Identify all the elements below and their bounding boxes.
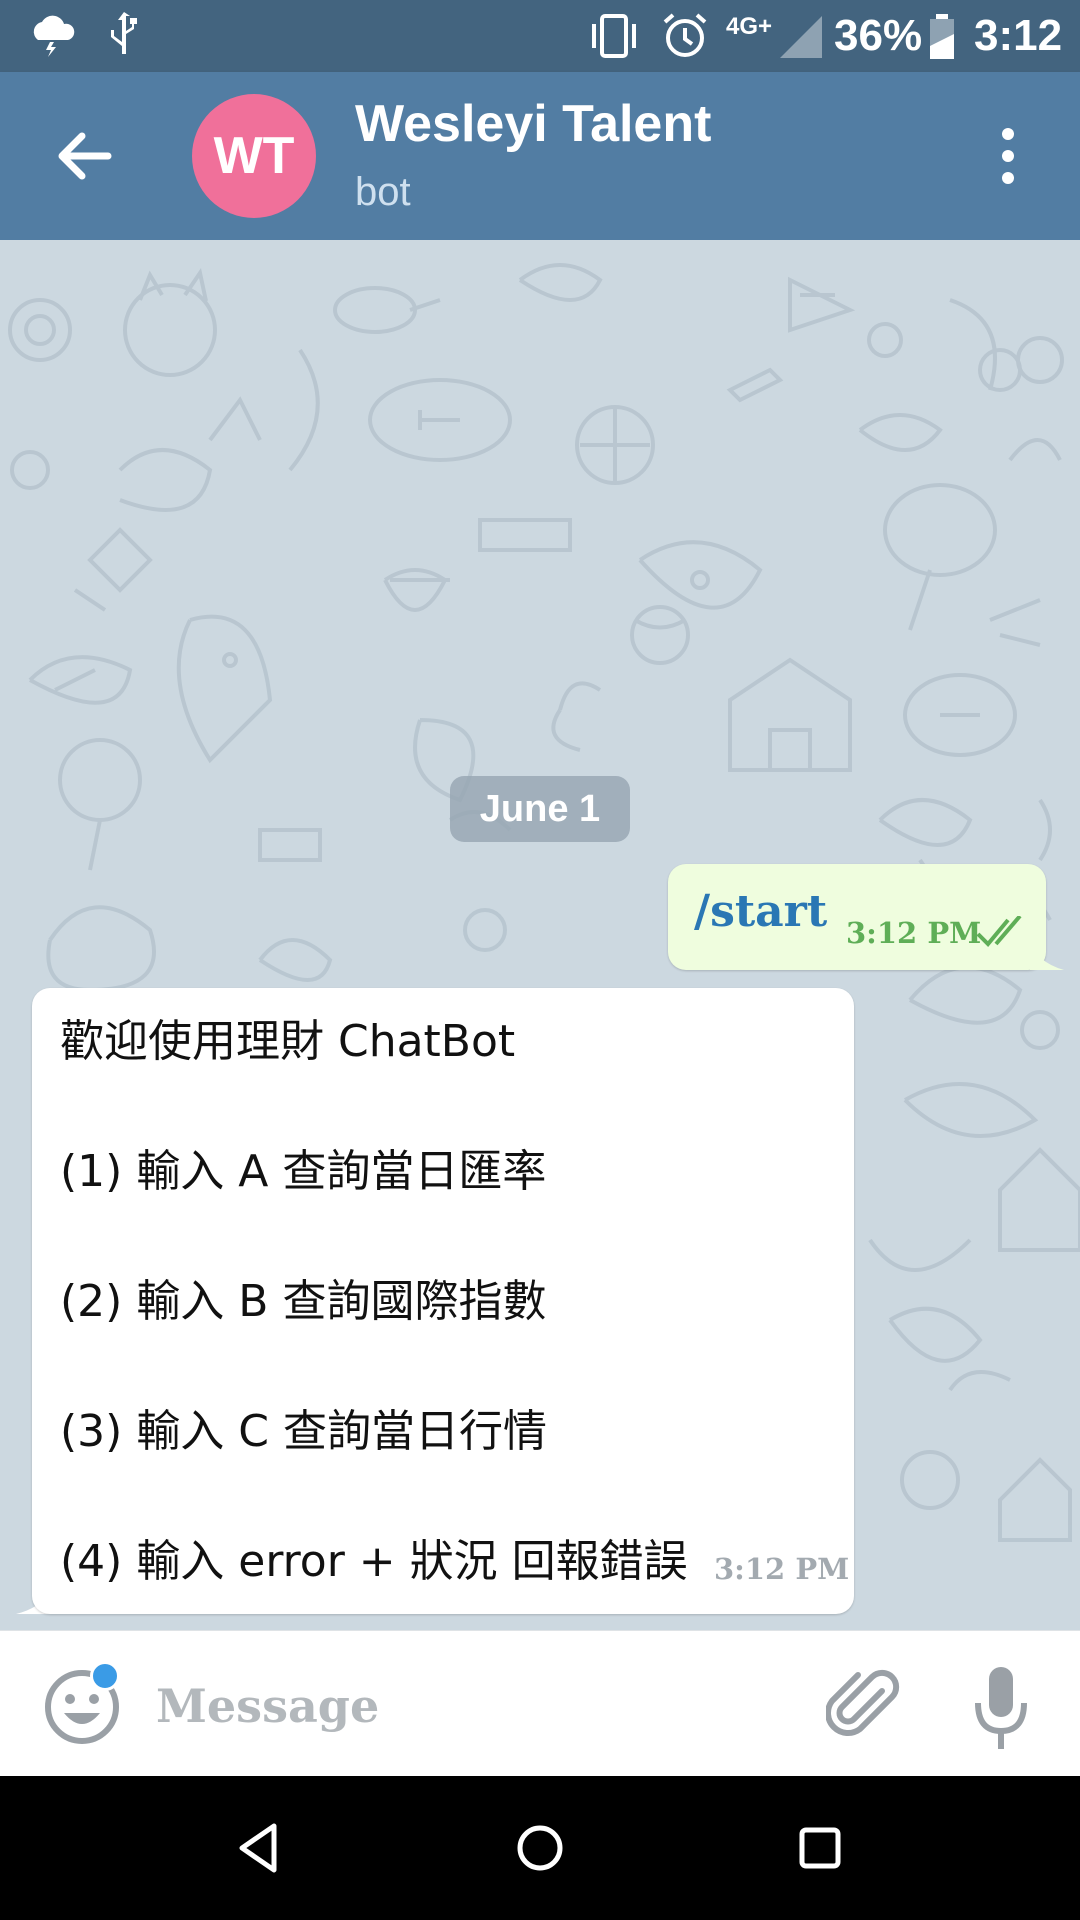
outgoing-message-text[interactable]: /start	[694, 886, 827, 937]
status-bar: 4G+ 36% 3:12	[0, 0, 1080, 72]
message-line: (3) 輸入 C 查詢當日行情	[60, 1406, 548, 1457]
vibrate-icon	[592, 14, 636, 58]
message-line: (4) 輸入 error + 狀況 回報錯誤	[60, 1536, 688, 1587]
outgoing-message[interactable]: /start 3:12 PM	[668, 864, 1046, 970]
incoming-message-time: 3:12 PM	[714, 1552, 850, 1586]
clock: 3:12	[974, 11, 1063, 60]
message-input[interactable]	[156, 1671, 796, 1741]
back-arrow-icon[interactable]	[48, 124, 120, 188]
chat-title[interactable]: Wesleyi Talent	[355, 94, 711, 154]
message-composer	[0, 1630, 1080, 1777]
message-line: (2) 輸入 B 查詢國際指數	[60, 1276, 547, 1327]
incoming-message[interactable]: 歡迎使用理財 ChatBot (1) 輸入 A 查詢當日匯率 (2) 輸入 B …	[32, 988, 854, 1614]
usb-icon	[111, 12, 137, 54]
signal-icon	[780, 16, 822, 58]
more-options-icon[interactable]	[986, 124, 1030, 188]
date-separator: June 1	[450, 776, 630, 842]
notification-dot	[90, 1661, 120, 1691]
outgoing-message-time: 3:12 PM	[846, 916, 982, 950]
nav-home-icon[interactable]	[510, 1818, 570, 1878]
chat-header: WT Wesleyi Talent bot	[0, 72, 1080, 240]
microphone-icon[interactable]	[966, 1663, 1036, 1753]
double-check-icon	[976, 916, 1022, 947]
system-navigation-bar	[0, 1776, 1080, 1920]
nav-back-icon[interactable]	[230, 1818, 290, 1878]
network-type: 4G+	[726, 13, 773, 40]
attach-icon[interactable]	[826, 1667, 906, 1747]
battery-percent: 36%	[834, 11, 923, 60]
chat-subtitle: bot	[355, 170, 411, 214]
message-line: 歡迎使用理財 ChatBot	[60, 1016, 516, 1067]
nav-recents-icon[interactable]	[790, 1818, 850, 1878]
avatar[interactable]: WT	[192, 94, 316, 218]
outgoing-bubble-tail	[1030, 940, 1064, 970]
chat-area[interactable]: June 1 /start 3:12 PM 歡迎使用理財 ChatBot (1)…	[0, 240, 1080, 1630]
battery-icon	[930, 14, 954, 59]
alarm-icon	[663, 13, 707, 57]
message-line: (1) 輸入 A 查詢當日匯率	[60, 1146, 547, 1197]
weather-storm-icon	[33, 15, 75, 57]
